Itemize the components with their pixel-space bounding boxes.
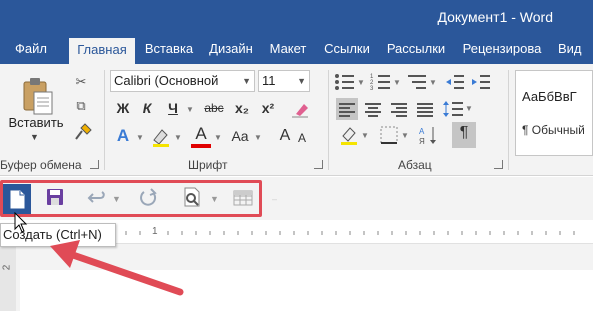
- ribbon-home: Вставить ▼ ✂ ⧉ Буфер обмена Calibri (Осн…: [0, 64, 593, 176]
- chevron-down-icon[interactable]: ▼: [400, 125, 410, 147]
- line-spacing-icon[interactable]: [442, 98, 464, 120]
- ribbon-tabs: Файл Главная Вставка Дизайн Макет Ссылки…: [0, 36, 593, 64]
- tab-home[interactable]: Главная: [69, 38, 135, 64]
- chevron-down-icon[interactable]: ▼: [252, 127, 264, 149]
- mouse-cursor-icon: [14, 212, 28, 233]
- svg-text:Я: Я: [419, 137, 425, 146]
- highlight-icon[interactable]: [150, 126, 172, 148]
- paragraph-group-label: Абзац: [398, 158, 432, 172]
- svg-text:3: 3: [370, 86, 374, 92]
- font-size-value: 11: [262, 73, 276, 88]
- sort-icon[interactable]: A Я: [418, 124, 440, 146]
- numbering-icon[interactable]: 1 2 3: [370, 72, 392, 92]
- superscript-button[interactable]: x²: [256, 97, 280, 119]
- borders-icon[interactable]: [378, 124, 400, 146]
- font-size-select[interactable]: 11 ▼: [258, 70, 310, 92]
- annotation-arrow-icon: [50, 240, 184, 296]
- grow-font-button[interactable]: A: [276, 125, 294, 147]
- align-center-button[interactable]: [362, 98, 384, 120]
- styles-gallery[interactable]: АаБбВвГ ¶ Обычный: [515, 70, 593, 156]
- show-formatting-marks-button[interactable]: ¶: [452, 122, 476, 148]
- style-normal[interactable]: ¶ Обычный: [522, 123, 585, 137]
- subscript-button[interactable]: x₂: [230, 97, 254, 119]
- chevron-down-icon: ▼: [297, 76, 306, 86]
- tab-insert[interactable]: Вставка: [138, 36, 200, 64]
- clear-formatting-icon[interactable]: [290, 100, 310, 118]
- text-effects-button[interactable]: A: [112, 125, 134, 147]
- tab-design[interactable]: Дизайн: [202, 36, 260, 64]
- shrink-font-button[interactable]: A: [294, 127, 310, 149]
- group-separator: [508, 70, 509, 170]
- font-color-bar: [191, 144, 211, 148]
- shading-icon[interactable]: [338, 124, 360, 146]
- paragraph-launcher-icon[interactable]: [494, 160, 503, 169]
- paste-icon[interactable]: [22, 76, 54, 116]
- underline-button[interactable]: Ч: [162, 97, 184, 119]
- chevron-down-icon[interactable]: ▼: [428, 72, 438, 94]
- customize-toolbar-icon[interactable]: –: [272, 194, 277, 204]
- strikethrough-button[interactable]: abc: [200, 97, 228, 119]
- chevron-down-icon[interactable]: ▼: [392, 72, 402, 94]
- bullets-icon[interactable]: [334, 72, 356, 92]
- chevron-down-icon[interactable]: ▼: [360, 125, 370, 147]
- vertical-ruler: [0, 244, 16, 311]
- align-left-button[interactable]: [336, 98, 358, 120]
- tab-mailings[interactable]: Рассылки: [380, 36, 452, 64]
- chevron-down-icon: ▼: [242, 76, 251, 86]
- font-family-select[interactable]: Calibri (Основной ▼: [110, 70, 255, 92]
- chevron-down-icon[interactable]: ▼: [172, 127, 184, 149]
- paste-button[interactable]: Вставить: [4, 115, 68, 130]
- font-group-label: Шрифт: [188, 158, 228, 172]
- svg-text:A: A: [419, 127, 425, 136]
- ruler-mark: 2: [1, 264, 13, 271]
- chevron-down-icon[interactable]: ▼: [464, 98, 474, 120]
- cut-icon[interactable]: ✂: [70, 72, 92, 92]
- font-family-value: Calibri (Основной: [114, 73, 219, 88]
- tab-review[interactable]: Рецензирова: [454, 36, 550, 64]
- bold-button[interactable]: Ж: [112, 97, 134, 119]
- font-launcher-icon[interactable]: [314, 160, 323, 169]
- tab-layout[interactable]: Макет: [262, 36, 314, 64]
- align-right-button[interactable]: [388, 98, 410, 120]
- clipboard-launcher-icon[interactable]: [90, 160, 99, 169]
- chevron-down-icon[interactable]: ▼: [134, 127, 146, 149]
- italic-button[interactable]: К: [136, 97, 158, 119]
- change-case-button[interactable]: Aa: [228, 125, 252, 147]
- group-separator: [328, 70, 329, 170]
- group-separator: [104, 70, 105, 170]
- format-painter-icon[interactable]: [72, 122, 94, 142]
- chevron-down-icon[interactable]: ▼: [184, 99, 196, 121]
- highlight-frame: [0, 180, 262, 217]
- copy-icon[interactable]: ⧉: [70, 96, 92, 116]
- window-title: Документ1 - Word: [437, 9, 553, 25]
- chevron-down-icon[interactable]: ▼: [30, 132, 39, 142]
- chevron-down-icon[interactable]: ▼: [212, 127, 224, 149]
- chevron-down-icon[interactable]: ▼: [356, 72, 366, 94]
- style-sample-text: АаБбВвГ: [522, 89, 577, 104]
- clipboard-group-label: Буфер обмена: [0, 158, 82, 172]
- font-color-button[interactable]: A: [190, 123, 212, 145]
- increase-indent-icon[interactable]: [470, 72, 492, 92]
- title-bar: Документ1 - Word: [0, 0, 593, 36]
- decrease-indent-icon[interactable]: [444, 72, 466, 92]
- tab-view[interactable]: Вид: [554, 36, 593, 64]
- tab-file[interactable]: Файл: [0, 36, 62, 64]
- justify-button[interactable]: [414, 98, 436, 120]
- tab-references[interactable]: Ссылки: [316, 36, 378, 64]
- multilevel-list-icon[interactable]: [406, 72, 428, 92]
